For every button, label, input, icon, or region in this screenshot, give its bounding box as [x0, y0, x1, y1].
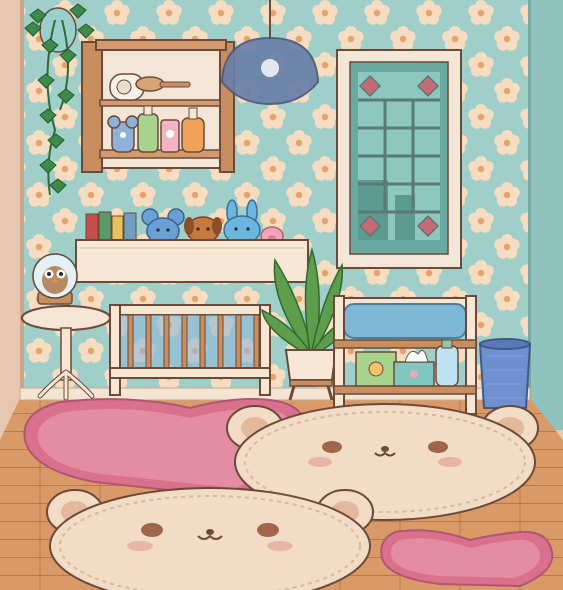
right-wall-corner [530, 0, 563, 430]
owl-globe-icon[interactable] [32, 253, 78, 305]
mouse-soap-bottle-icon[interactable] [107, 115, 139, 153]
pink-cream-tube-icon[interactable] [160, 119, 180, 153]
nursery-room-scene [0, 0, 563, 590]
bear-rug-left[interactable] [46, 487, 374, 590]
laundry-bin[interactable] [478, 338, 532, 409]
diaper-box-icon[interactable] [355, 351, 397, 387]
wash-bottle-icon[interactable] [435, 339, 459, 387]
stained-glass-window[interactable] [336, 49, 462, 269]
wall-cabinet[interactable] [81, 39, 235, 173]
